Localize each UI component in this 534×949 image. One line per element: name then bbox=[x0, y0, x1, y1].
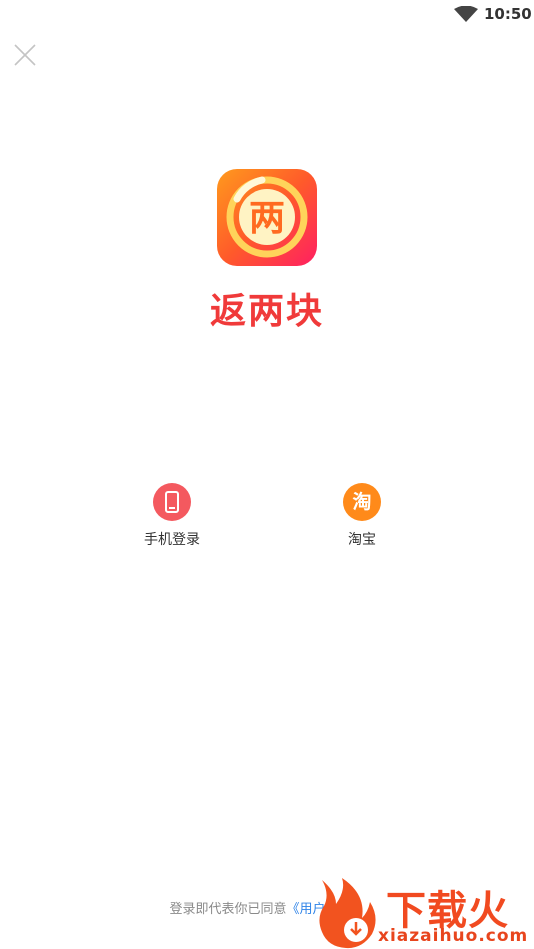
wifi-icon bbox=[454, 6, 478, 22]
phone-login-button[interactable]: 手机登录 bbox=[117, 483, 227, 549]
status-time: 10:50 bbox=[484, 5, 532, 23]
flame-logo-icon bbox=[319, 878, 376, 949]
watermark: 下载火 xiazaihuo.com bbox=[316, 878, 534, 949]
status-bar: 10:50 bbox=[0, 0, 534, 30]
close-icon[interactable] bbox=[12, 42, 38, 68]
taobao-login-label: 淘宝 bbox=[348, 532, 376, 548]
phone-icon bbox=[153, 483, 191, 521]
taobao-login-button[interactable]: 淘 淘宝 bbox=[307, 483, 417, 549]
taobao-icon: 淘 bbox=[343, 483, 381, 521]
watermark-url: xiazaihuo.com bbox=[378, 926, 529, 946]
logo-glyph: 两 bbox=[249, 198, 285, 239]
coin-icon: 两 bbox=[226, 176, 308, 258]
app-name: 返两块 bbox=[209, 291, 324, 332]
agreement-prefix: 登录即代表你已同意 bbox=[169, 902, 287, 917]
phone-login-label: 手机登录 bbox=[144, 532, 200, 548]
app-logo: 两 bbox=[217, 169, 317, 266]
